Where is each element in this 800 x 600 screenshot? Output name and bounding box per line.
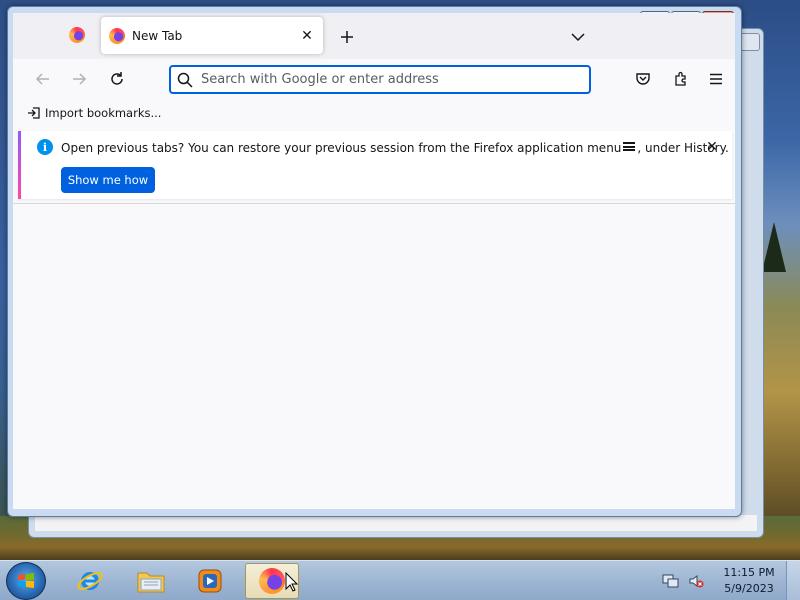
pocket-icon (636, 73, 650, 85)
address-bar[interactable] (169, 65, 591, 94)
network-icon[interactable] (662, 573, 680, 589)
bookmarks-toolbar: Import bookmarks... (13, 99, 735, 129)
plus-icon (341, 31, 353, 43)
list-all-tabs-button[interactable] (568, 27, 588, 47)
taskbar-internet-explorer[interactable] (63, 563, 117, 599)
media-player-icon (198, 569, 222, 593)
ie-icon (77, 572, 103, 590)
hamburger-menu-icon (710, 73, 722, 85)
url-input[interactable] (201, 69, 589, 90)
back-arrow-icon (35, 73, 49, 85)
background-window-content (35, 515, 757, 531)
tab-strip: New Tab ✕ (13, 13, 735, 59)
page-content[interactable] (13, 204, 735, 509)
firefox-window: ✕ New Tab ✕ (7, 6, 742, 517)
notification-text-main: Open previous tabs? You can restore your… (61, 141, 622, 155)
notification-close-icon[interactable]: ✕ (702, 137, 722, 157)
session-restore-notification: i Open previous tabs? You can restore yo… (18, 131, 732, 199)
start-button[interactable] (6, 562, 46, 600)
taskbar-media-player[interactable] (183, 563, 237, 599)
system-tray (662, 561, 704, 600)
reload-icon (111, 72, 123, 85)
mouse-cursor-icon (285, 572, 299, 592)
import-icon (28, 107, 40, 119)
taskbar-file-explorer[interactable] (124, 563, 178, 599)
firefox-icon (109, 27, 125, 44)
pocket-button[interactable] (631, 67, 655, 91)
tab-title: New Tab (132, 28, 183, 43)
notification-message: Open previous tabs? You can restore your… (61, 141, 729, 155)
taskbar: 11:15 PM 5/9/2023 (0, 560, 800, 600)
volume-muted-icon[interactable] (688, 573, 704, 589)
search-icon (177, 72, 193, 88)
show-desktop-button[interactable] (786, 561, 800, 600)
import-bookmarks-button[interactable]: Import bookmarks... (27, 106, 161, 120)
windows-logo-icon (18, 573, 34, 588)
extensions-button[interactable] (669, 67, 693, 91)
reload-button[interactable] (105, 67, 129, 91)
wallpaper-tree (762, 222, 786, 272)
back-button[interactable] (31, 67, 55, 91)
browser-frame: New Tab ✕ Search with Google or enter ad… (13, 13, 735, 509)
forward-arrow-icon (73, 73, 87, 85)
info-icon: i (37, 139, 53, 155)
firefox-icon (259, 568, 285, 594)
clock-date: 5/9/2023 (724, 582, 774, 595)
forward-button[interactable] (67, 67, 91, 91)
folder-icon (137, 572, 165, 593)
clock-time: 11:15 PM (723, 566, 775, 579)
app-menu-button[interactable] (704, 67, 728, 91)
tab-close-icon[interactable]: ✕ (297, 26, 317, 46)
hamburger-menu-icon (623, 142, 636, 151)
show-me-how-button[interactable]: Show me how (61, 167, 155, 193)
chevron-down-icon (571, 33, 585, 42)
clock[interactable]: 11:15 PM 5/9/2023 (718, 565, 780, 597)
navigation-toolbar (13, 59, 735, 99)
firefox-icon (69, 27, 85, 43)
import-bookmarks-label: Import bookmarks... (45, 106, 162, 120)
tab-pinned[interactable] (59, 17, 95, 53)
tab-new-tab[interactable]: New Tab ✕ (101, 17, 323, 54)
puzzle-icon (675, 71, 686, 86)
new-tab-button[interactable] (337, 27, 357, 47)
